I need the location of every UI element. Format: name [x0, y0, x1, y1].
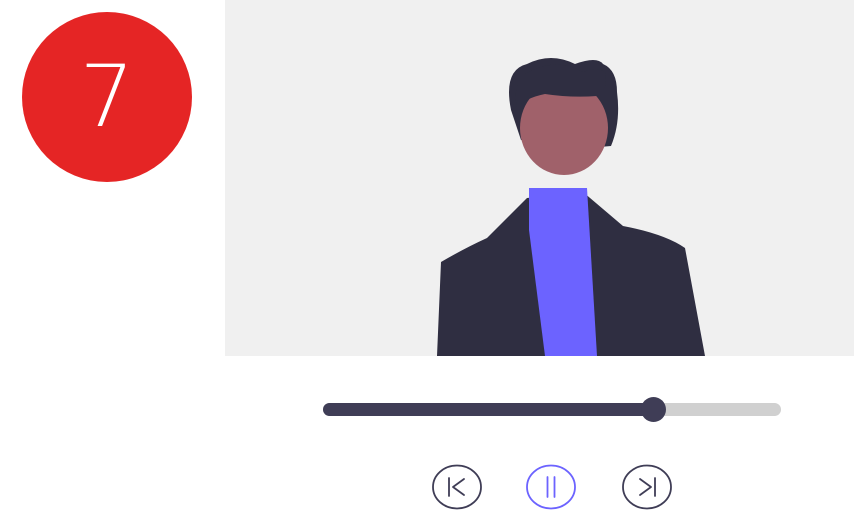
- step-badge: 7: [22, 12, 192, 182]
- skip-previous-icon: [432, 464, 482, 510]
- previous-button[interactable]: [430, 463, 484, 511]
- pause-icon: [526, 464, 576, 510]
- progress-slider[interactable]: [323, 397, 781, 422]
- skip-next-icon: [622, 464, 672, 510]
- video-frame[interactable]: [225, 0, 854, 356]
- progress-thumb[interactable]: [640, 397, 666, 422]
- step-number: 7: [79, 47, 135, 147]
- next-button[interactable]: [620, 463, 674, 511]
- video-thumbnail: [225, 0, 854, 356]
- pause-button[interactable]: [524, 463, 578, 511]
- progress-fill: [323, 403, 653, 416]
